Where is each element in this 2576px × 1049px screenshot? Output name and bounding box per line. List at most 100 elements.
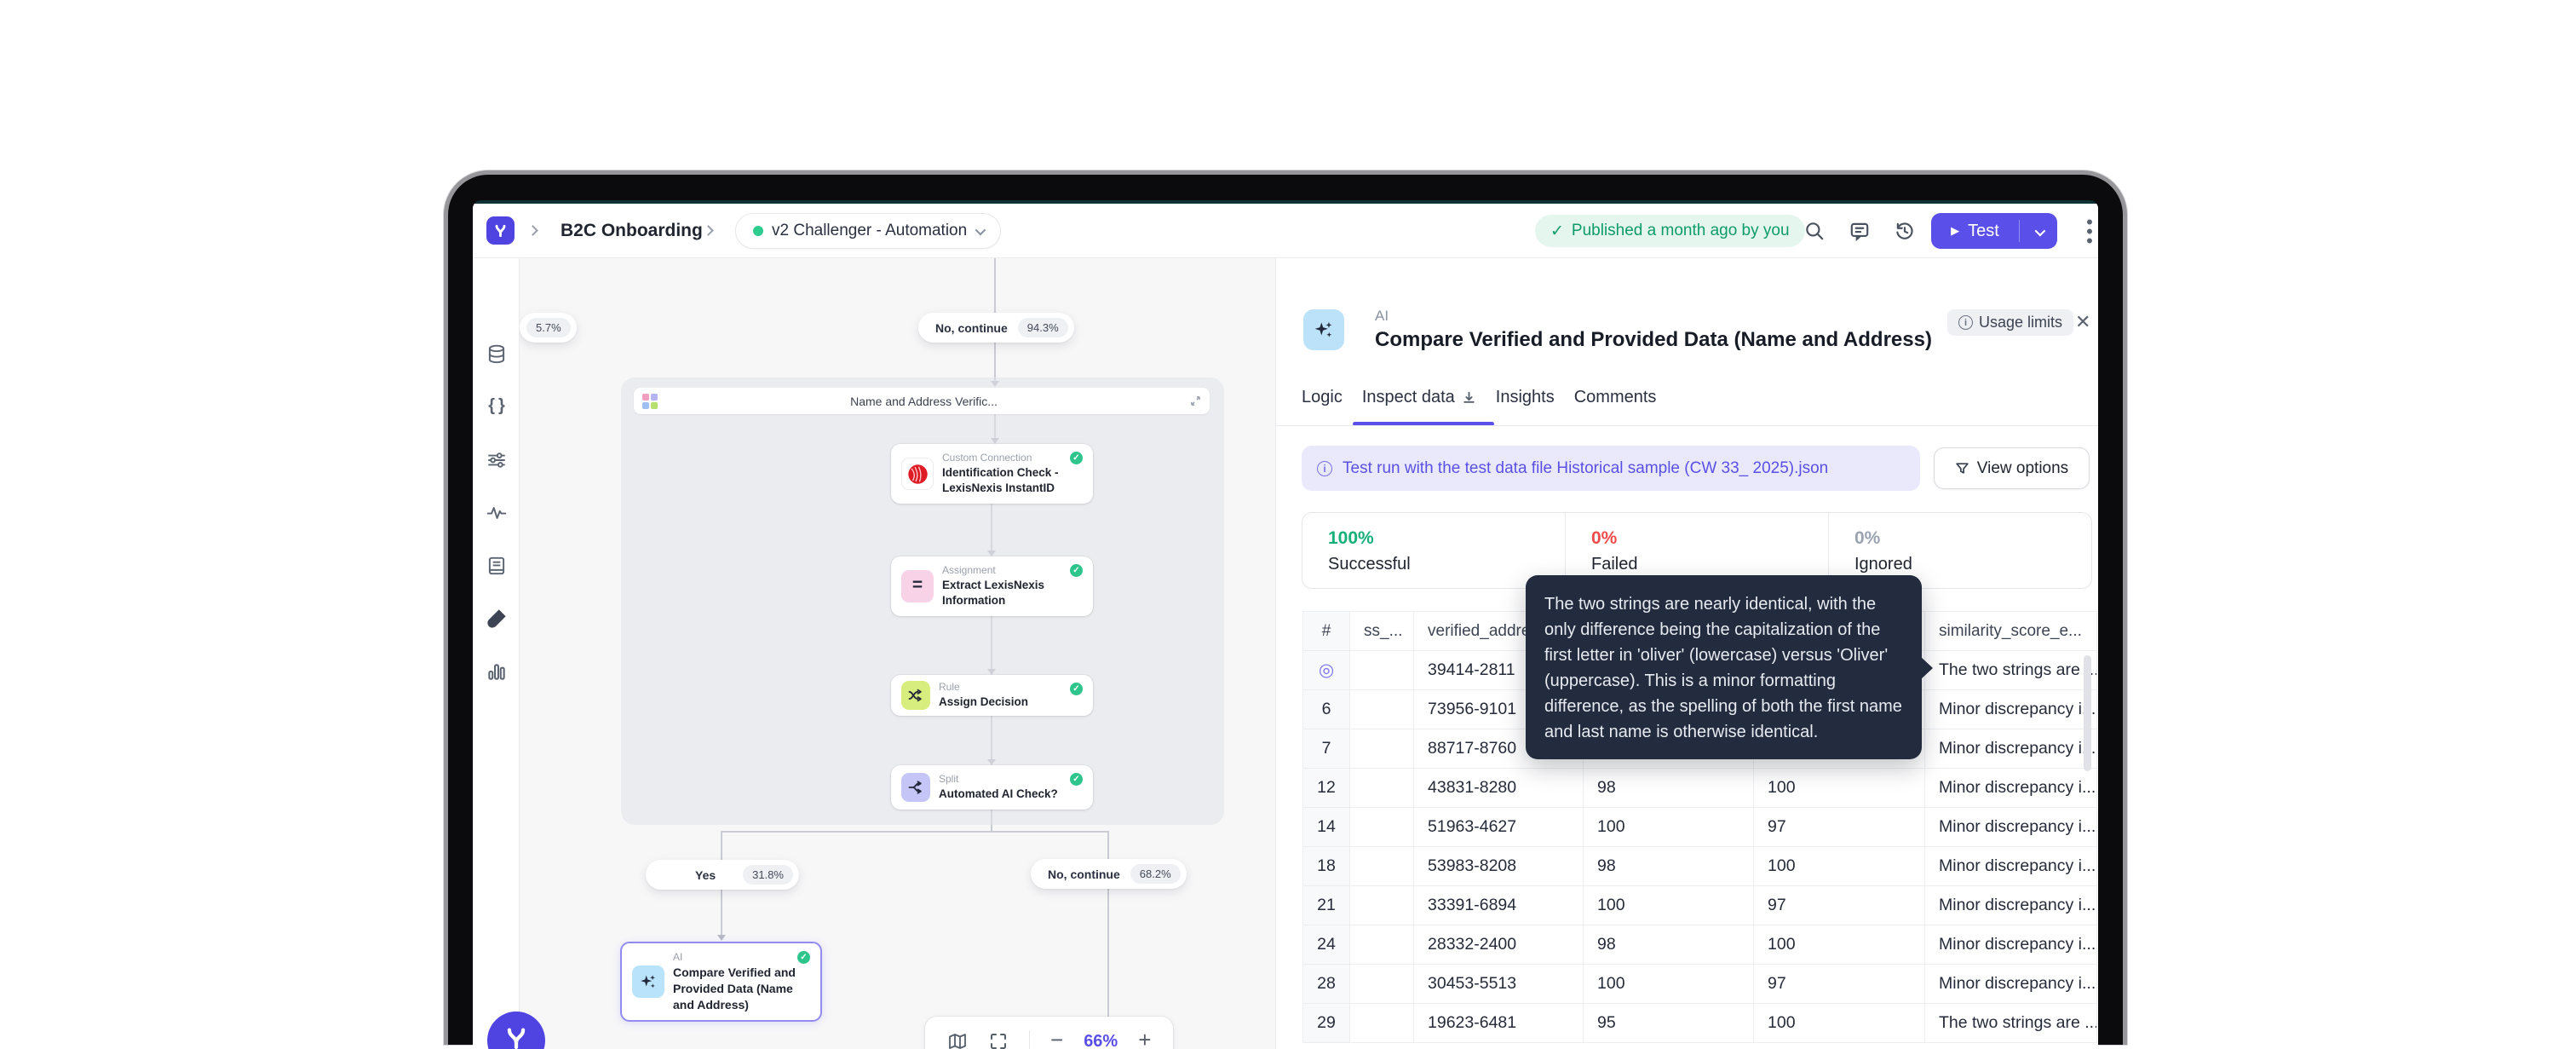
node-assignment[interactable]: = Assignment Extract LexisNexis Informat… [891,556,1093,616]
tines-logo[interactable] [486,216,515,245]
breadcrumb-app-name[interactable]: B2C Onboarding [561,221,703,241]
top-bar: B2C Onboarding v2 Challenger - Automatio… [473,204,2098,258]
tines-y-icon [502,1023,531,1049]
more-options-button[interactable]: ••• [2081,217,2098,245]
comments-icon[interactable] [1849,220,1871,242]
tab-comments[interactable]: Comments [1574,388,1657,407]
group-title: Name and Address Verific... [658,395,1190,408]
book-icon[interactable] [486,555,508,577]
zoom-out-icon[interactable]: − [1050,1027,1063,1049]
edge-percentage: 68.2% [1130,864,1181,884]
sliders-icon[interactable] [486,449,508,471]
shuffle-icon [901,681,930,710]
stat-value: 100% [1328,528,1565,549]
node-type-label: AI [1375,308,1389,325]
edge-label-no-continue: No, continue 68.2% [1031,859,1187,889]
stat-value: 0% [1854,528,2091,549]
assignment-equals-icon: = [901,570,934,602]
database-icon[interactable] [486,343,508,366]
play-icon: ▶ [1951,224,1959,238]
tooltip-text: The two strings are nearly identical, wi… [1544,591,1903,745]
inspector-panel: AI Compare Verified and Provided Data (N… [1275,258,2098,1049]
bar-chart-icon[interactable] [486,660,508,683]
published-status-text: Published a month ago by you [1572,222,1790,240]
column-header[interactable]: # [1303,612,1350,651]
panel-title: Compare Verified and Provided Data (Name… [1375,328,1932,352]
usage-limits-button[interactable]: i Usage limits [1947,309,2073,336]
fit-screen-icon[interactable] [988,1031,1009,1049]
edge-label-text: No, continue [1048,867,1120,881]
success-check-badge: ✓ [1070,683,1083,695]
panel-scrollbar[interactable] [2084,655,2091,771]
edge-label-5.7: 5.7% [520,313,577,343]
column-header[interactable]: ss_... [1350,612,1414,651]
check-icon: ✓ [1550,222,1564,241]
chevron-down-icon [975,224,986,235]
edge-percentage: 5.7% [526,318,571,337]
group-grid-icon [642,394,658,409]
tab-inspect-data-label: Inspect data [1362,388,1455,407]
close-panel-button[interactable]: ✕ [2075,311,2090,333]
success-check-badge: ✓ [1070,564,1083,577]
stat-value: 0% [1591,528,1828,549]
activity-icon[interactable] [486,502,508,524]
ai-sparkles-icon [632,965,664,998]
tooltip-arrow [1921,657,1933,679]
node-title: Extract LexisNexis Information [942,578,1083,608]
table-row[interactable]: 18 53983-8208 98100 Minor discrepancy i.… [1303,847,2097,886]
table-row[interactable]: 14 51963-4627 10097 Minor discrepancy i.… [1303,808,2097,847]
test-button[interactable]: ▶ Test [1931,222,2019,241]
test-split-button: ▶ Test [1931,213,2057,249]
view-options-label: View options [1977,459,2068,478]
node-split[interactable]: Split Automated AI Check? ✓ [891,765,1093,810]
tab-logic[interactable]: Logic [1302,388,1343,407]
ai-sparkles-icon [1303,309,1344,350]
edge-percentage: 31.8% [743,865,793,885]
usage-limits-label: Usage limits [1979,314,2062,331]
node-rule[interactable]: Rule Assign Decision ✓ [891,675,1093,716]
test-tube-icon[interactable] [486,608,508,630]
table-row[interactable]: 21 33391-6894 10097 Minor discrepancy i.… [1303,886,2097,925]
edge-label-yes: Yes 31.8% [646,860,799,890]
braces-icon[interactable]: { } [486,396,508,418]
workflow-selector[interactable]: v2 Challenger - Automation [735,213,1001,249]
node-type-label: Assignment [942,564,1083,576]
table-row[interactable]: 24 28332-2400 98100 Minor discrepancy i.… [1303,925,2097,965]
column-header[interactable]: similarity_score_e... [1925,612,2097,651]
zoom-in-icon[interactable]: + [1138,1027,1151,1049]
expand-icon[interactable] [1190,395,1201,406]
search-icon[interactable] [1803,220,1826,242]
history-icon[interactable] [1894,220,1916,242]
edge-arrow [717,935,726,941]
edge-label-text: No, continue [935,321,1008,335]
stat-label: Successful [1328,555,1565,574]
tab-inspect-data[interactable]: Inspect data [1362,388,1476,407]
stat-successful: 100% Successful [1302,513,1565,588]
workflow-canvas[interactable]: Name and Address Verific... 5.7% No, con… [520,258,1275,1049]
info-icon: i [1317,461,1332,476]
left-toolbar: { } [473,258,520,1049]
chevron-down-icon [2034,225,2045,236]
node-ai-compare[interactable]: AI Compare Verified and Provided Data (N… [620,942,822,1022]
edge-label-no-continue-top: No, continue 94.3% [918,313,1074,343]
published-status-badge[interactable]: ✓ Published a month ago by you [1535,215,1805,247]
split-icon [901,773,930,802]
zoom-level[interactable]: 66% [1084,1032,1118,1049]
test-dropdown-button[interactable] [2020,222,2057,241]
table-row[interactable]: 29 19623-6481 95100 The two strings are … [1303,1004,2097,1043]
tab-insights[interactable]: Insights [1496,388,1555,407]
test-button-label: Test [1968,222,1999,241]
map-icon[interactable] [947,1031,968,1049]
table-row[interactable]: 12 43831-8280 98100 Minor discrepancy i.… [1303,769,2097,808]
eye-icon[interactable]: ◎ [1319,660,1334,680]
toolbar-divider [1029,1030,1030,1049]
tabs-divider [1276,425,2098,426]
group-header[interactable]: Name and Address Verific... [634,388,1210,414]
node-custom-connection[interactable]: Custom Connection Identification Check -… [891,444,1093,504]
table-row[interactable]: 28 30453-5513 10097 Minor discrepancy i.… [1303,965,2097,1004]
success-check-badge: ✓ [797,951,810,964]
node-title: Automated AI Check? [939,787,1058,802]
stat-label: Failed [1591,555,1828,574]
similarity-explanation-tooltip: The two strings are nearly identical, wi… [1526,575,1922,759]
view-options-button[interactable]: View options [1934,447,2090,489]
